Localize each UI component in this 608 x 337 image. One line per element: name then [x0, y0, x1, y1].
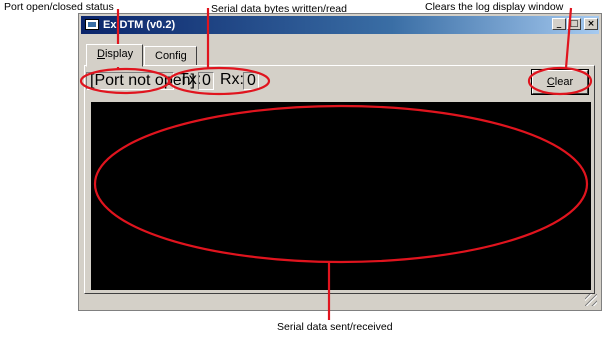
tab-display-mnemonic: D [97, 48, 105, 60]
annotation-clear-line [564, 7, 573, 69]
tab-display-label: isplay [104, 48, 134, 60]
annotation-log-ellipse [93, 104, 589, 264]
annotation-clear-ellipse [527, 66, 593, 96]
annotation-serial-bytes-ellipse [167, 66, 271, 96]
tab-display[interactable]: Display [86, 44, 143, 67]
annotation-port-ellipse [79, 67, 171, 95]
